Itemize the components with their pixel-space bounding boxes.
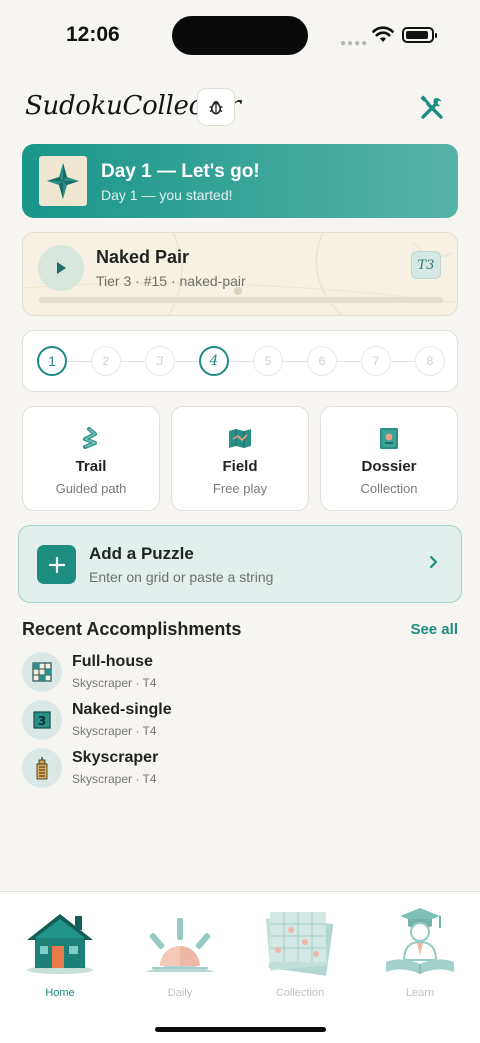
step-1[interactable]: 1 — [37, 346, 67, 376]
debug-button[interactable] — [197, 88, 235, 126]
mode-subtitle: Collection — [360, 481, 418, 496]
house-icon — [27, 914, 93, 974]
step-connector — [391, 361, 415, 362]
step-8[interactable]: 8 — [415, 346, 445, 376]
add-puzzle-title: Add a Puzzle — [89, 544, 194, 563]
accomplishment-subtitle: Skyscraper · T4 — [72, 676, 157, 690]
tab-bar: Home Daily Collection Learn — [0, 891, 480, 1043]
step-connector — [337, 361, 361, 362]
tab-learn[interactable]: Learn — [360, 892, 480, 1002]
accomplishment-title: Naked-single — [72, 701, 172, 718]
step-connector — [175, 361, 199, 362]
puzzle-progress-bar — [39, 297, 443, 303]
add-puzzle-button[interactable]: Add a Puzzle Enter on grid or paste a st… — [18, 525, 462, 603]
accomplishment-item[interactable]: Skyscraper Skyscraper · T4 — [22, 748, 322, 788]
mode-card-trail[interactable]: Trail Guided path — [22, 406, 160, 511]
accomplishment-item[interactable]: 3 Naked-single Skyscraper · T4 — [22, 700, 322, 740]
streak-title: Day 1 — Let's go! — [101, 161, 260, 182]
number-three-icon: 3 — [22, 700, 62, 740]
bug-icon — [209, 100, 223, 115]
tab-collection[interactable]: Collection — [240, 892, 360, 1002]
step-connector — [67, 361, 91, 362]
wifi-icon — [372, 26, 394, 42]
accomplishment-title: Full-house — [72, 653, 153, 670]
play-icon — [57, 262, 66, 274]
streak-banner[interactable]: Day 1 — Let's go! Day 1 — you started! — [22, 144, 458, 218]
mode-card-dossier[interactable]: Dossier Collection — [320, 406, 458, 511]
accomplishment-subtitle: Skyscraper · T4 — [72, 772, 157, 786]
tier-stepper: 12345678 — [22, 330, 458, 392]
puzzle-name: Naked Pair — [96, 247, 190, 267]
step-6[interactable]: 6 — [307, 346, 337, 376]
settings-tools-button[interactable] — [416, 92, 448, 124]
status-time: 12:06 — [66, 23, 120, 46]
accomplishment-item[interactable]: Full-house Skyscraper · T4 — [22, 652, 322, 692]
mode-subtitle: Free play — [212, 481, 268, 496]
signal-icon: ●●●● — [340, 38, 369, 49]
field-icon — [229, 429, 251, 448]
step-connector — [229, 361, 253, 362]
mode-title: Dossier — [361, 458, 417, 475]
dynamic-island — [172, 16, 308, 55]
see-all-link[interactable]: See all — [410, 621, 458, 638]
section-title: Recent Accomplishments — [22, 619, 242, 639]
tab-label: Learn — [405, 987, 435, 999]
step-3[interactable]: 3 — [145, 346, 175, 376]
accomplishment-subtitle: Skyscraper · T4 — [72, 724, 157, 738]
mode-title: Trail — [75, 458, 107, 475]
graduate-reader-icon — [386, 908, 454, 974]
grid-icon — [22, 652, 62, 692]
mode-title: Field — [222, 458, 258, 475]
compass-star-icon — [39, 156, 87, 206]
battery-icon — [402, 27, 437, 43]
home-indicator — [155, 1027, 326, 1032]
step-2[interactable]: 2 — [91, 346, 121, 376]
mode-subtitle: Guided path — [55, 481, 127, 496]
mode-card-field[interactable]: Field Free play — [171, 406, 309, 511]
puzzle-meta: Tier 3 · #15 · naked-pair — [96, 273, 246, 289]
step-connector — [283, 361, 307, 362]
current-puzzle-card[interactable]: Naked Pair Tier 3 · #15 · naked-pair T3 — [22, 232, 458, 316]
sunrise-icon — [144, 918, 216, 972]
step-4[interactable]: 4 — [199, 346, 229, 376]
plus-icon — [37, 545, 76, 584]
dossier-icon — [380, 428, 398, 449]
number-badge: 3 — [38, 714, 46, 728]
tab-daily[interactable]: Daily — [120, 892, 240, 1002]
puzzle-papers-icon — [265, 912, 334, 976]
tab-home[interactable]: Home — [0, 892, 120, 1002]
tab-label: Collection — [275, 987, 325, 999]
add-puzzle-subtitle: Enter on grid or paste a string — [89, 569, 274, 585]
skyscraper-icon — [22, 748, 62, 788]
streak-subtitle: Day 1 — you started! — [101, 187, 233, 203]
accomplishment-title: Skyscraper — [72, 749, 159, 766]
tier-badge: T3 — [411, 251, 441, 279]
play-button[interactable] — [38, 245, 84, 291]
step-5[interactable]: 5 — [253, 346, 283, 376]
tab-label: Daily — [167, 987, 193, 999]
trail-icon — [83, 427, 97, 449]
chevron-right-icon — [429, 555, 438, 569]
step-connector — [121, 361, 145, 362]
tab-label: Home — [45, 987, 75, 999]
step-7[interactable]: 7 — [361, 346, 391, 376]
wrench-screwdriver-icon — [420, 95, 443, 119]
status-bar: 12:06 ●●●● — [0, 0, 480, 70]
